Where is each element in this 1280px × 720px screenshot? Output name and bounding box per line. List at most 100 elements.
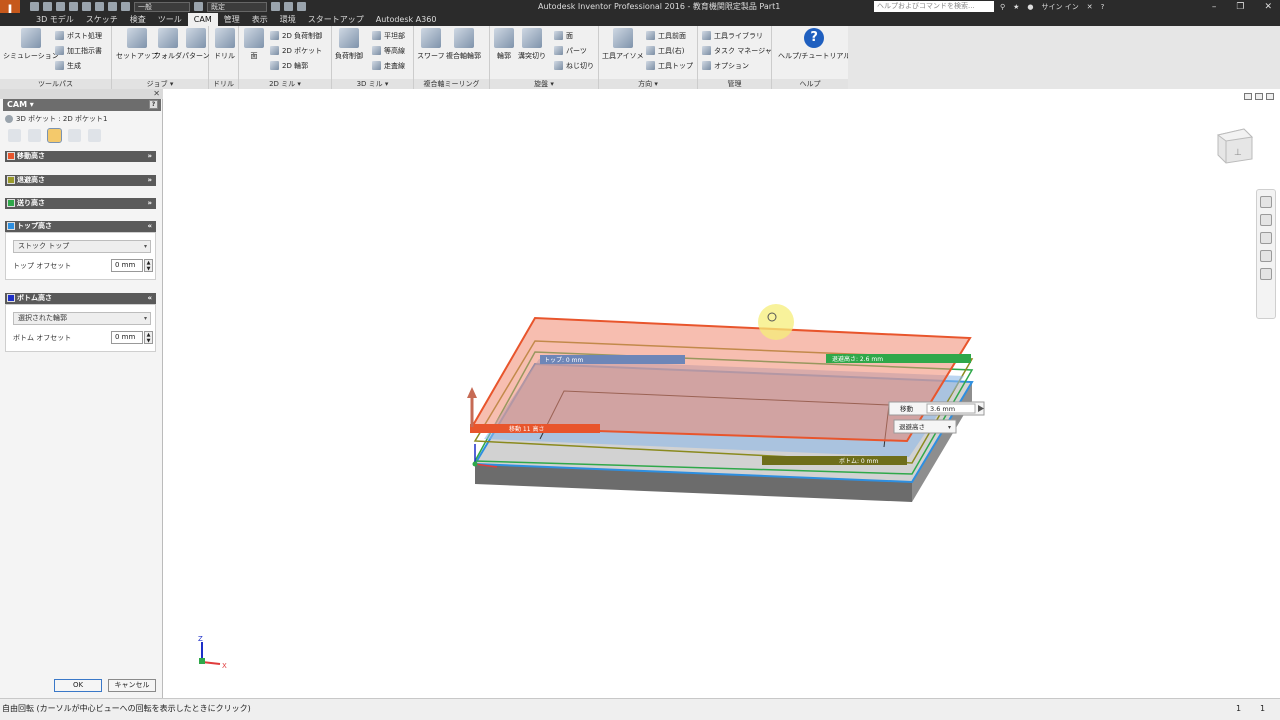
appearance-icon[interactable] (194, 2, 203, 11)
heights-tab-icon[interactable] (47, 128, 62, 143)
2d-contour-button[interactable]: 2D 輪郭 (270, 60, 308, 71)
binoculars-icon[interactable]: ⚲ (1000, 3, 1005, 11)
folder-button[interactable]: フォルダ (154, 28, 182, 61)
help-icon[interactable]: ? (1101, 3, 1105, 11)
undo-icon[interactable] (69, 2, 78, 11)
bottom-offset-spinner[interactable]: ▲ ▼ (144, 331, 153, 344)
geometry-tab-icon[interactable] (28, 129, 41, 142)
tool-top-button[interactable]: 工具トップ (646, 60, 693, 71)
cam-help-icon[interactable]: ? (149, 100, 158, 109)
zoom-icon[interactable] (1260, 232, 1272, 244)
options-button[interactable]: オプション (702, 60, 749, 71)
help-search-input[interactable]: ヘルプおよびコマンドを検索... (874, 1, 994, 12)
parameters-icon[interactable] (284, 2, 293, 11)
update-icon[interactable] (121, 2, 130, 11)
ribbon-tab-2[interactable]: 検査 (124, 13, 152, 26)
section-retract-height[interactable]: 退避高さ » (5, 175, 156, 186)
ribbon-tab-6[interactable]: 表示 (246, 13, 274, 26)
turning-profile-button[interactable]: 輪郭 (494, 28, 514, 61)
ribbon-tab-0[interactable]: 3D モデル (30, 13, 80, 26)
simulation-button[interactable]: シミュレーション (3, 28, 59, 61)
tool-library-button[interactable]: 工具ライブラリ (702, 30, 763, 41)
generate-button[interactable]: 生成 (55, 60, 81, 71)
measure-icon[interactable] (297, 2, 306, 11)
passes-tab-icon[interactable] (68, 129, 81, 142)
setup-button[interactable]: セットアップ (116, 28, 158, 61)
save-icon[interactable] (56, 2, 65, 11)
viewcube[interactable]: ⊥ (1214, 125, 1256, 165)
contour-button[interactable]: 等高線 (372, 45, 405, 56)
bottom-offset-input[interactable]: 0 mm (111, 331, 143, 344)
height-drag-arrowhead[interactable] (467, 387, 477, 398)
thread-button[interactable]: ねじ切り (554, 60, 594, 71)
redo-icon[interactable] (82, 2, 91, 11)
linking-tab-icon[interactable] (88, 129, 101, 142)
top-offset-input[interactable]: 0 mm (111, 259, 143, 272)
home-icon[interactable] (95, 2, 104, 11)
minimize-icon[interactable]: – (1212, 2, 1217, 12)
open-file-icon[interactable] (43, 2, 52, 11)
section-bottom-height[interactable]: ボトム高さ « (5, 293, 156, 304)
orbit-icon[interactable] (1260, 250, 1272, 262)
ribbon-tab-5[interactable]: 管理 (218, 13, 246, 26)
part-button[interactable]: パーツ (554, 45, 587, 56)
top-mode-select[interactable]: ストック トップ ▾ (13, 240, 151, 253)
exchange-icon[interactable]: ✕ (1087, 3, 1093, 11)
drill-label: ドリル (214, 52, 235, 60)
graphics-viewport[interactable]: トップ: 0 mm 退避高さ: 2.6 mm ボトム: 0 mm 移動 11 高… (164, 89, 1280, 698)
material-select[interactable]: 一般 (134, 1, 190, 12)
ribbon-tab-9[interactable]: Autodesk A360 (370, 13, 443, 26)
post-process-button[interactable]: ポスト処理 (55, 30, 102, 41)
favorites-icon[interactable]: ★ (1013, 3, 1019, 11)
clear-appearance-icon[interactable] (271, 2, 280, 11)
bottom-mode-select[interactable]: 選択された輪郭 ▾ (13, 312, 151, 325)
tool-tab-icon[interactable] (8, 129, 21, 142)
ribbon-tab-1[interactable]: スケッチ (80, 13, 124, 26)
panel-close-icon[interactable]: ✕ (153, 89, 160, 98)
cam-panel-header[interactable]: CAM ▾? (3, 99, 161, 111)
look-at-icon[interactable] (1260, 268, 1272, 280)
ok-button[interactable]: OK (54, 679, 102, 692)
groove-button[interactable]: 溝突切り (518, 28, 546, 61)
ribbon-tab-3[interactable]: ツール (152, 13, 188, 26)
pattern-button[interactable]: パターン (182, 28, 210, 61)
turning-face-button[interactable]: 面 (554, 30, 573, 41)
setup-sheet-button[interactable]: 加工指示書 (55, 45, 102, 56)
user-icon[interactable]: ● (1027, 3, 1033, 11)
3d-adaptive-button[interactable]: 負荷制御 (335, 28, 363, 61)
multiaxis-contour-button[interactable]: 複合軸輪郭 (446, 28, 481, 61)
ribbon-tab-8[interactable]: スタートアップ (302, 13, 370, 26)
cancel-button[interactable]: キャンセル (108, 679, 156, 692)
face-button[interactable]: 面 (244, 28, 264, 61)
tool-front-button[interactable]: 工具前面 (646, 30, 686, 41)
drill-button[interactable]: ドリル (214, 28, 235, 61)
group-2d-mill: 面 2D 負荷制御 2D ポケット 2D 輪郭 2D ミル ▾ (239, 26, 332, 89)
appearance-select[interactable]: 既定 (207, 1, 267, 12)
close-icon[interactable]: ✕ (1264, 2, 1272, 12)
top-offset-spinner[interactable]: ▲ ▼ (144, 259, 153, 272)
swarf-button[interactable]: スワーフ (417, 28, 445, 61)
pan-icon[interactable] (1260, 214, 1272, 226)
section-clearance-height[interactable]: 移動高さ » (5, 151, 156, 162)
viewport-close-icon[interactable] (1266, 93, 1274, 100)
steering-wheel-icon[interactable] (1260, 196, 1272, 208)
tool-right-button[interactable]: 工具(右) (646, 45, 684, 56)
parallel-button[interactable]: 走査線 (372, 60, 405, 71)
ribbon-tab-4[interactable]: CAM (187, 13, 218, 26)
2d-adaptive-button[interactable]: 2D 負荷制御 (270, 30, 322, 41)
help-tutorial-button[interactable]: ? ヘルプ/チュートリアル (778, 28, 850, 61)
section-top-height[interactable]: トップ高さ « (5, 221, 156, 232)
task-manager-button[interactable]: タスク マネージャ (702, 45, 772, 56)
return-icon[interactable] (108, 2, 117, 11)
model-scene[interactable]: トップ: 0 mm 退避高さ: 2.6 mm ボトム: 0 mm 移動 11 高… (164, 89, 1280, 698)
viewport-restore-icon[interactable] (1255, 93, 1263, 100)
restore-icon[interactable]: ❐ (1236, 2, 1244, 12)
sign-in-link[interactable]: サイン イン (1042, 2, 1079, 12)
section-feed-height[interactable]: 送り高さ » (5, 198, 156, 209)
new-file-icon[interactable] (30, 2, 39, 11)
tool-iso-button[interactable]: 工具アイソメ (602, 28, 644, 61)
viewport-minimize-icon[interactable] (1244, 93, 1252, 100)
ribbon-tab-7[interactable]: 環境 (274, 13, 302, 26)
flat-button[interactable]: 平坦部 (372, 30, 405, 41)
2d-pocket-button[interactable]: 2D ポケット (270, 45, 322, 56)
